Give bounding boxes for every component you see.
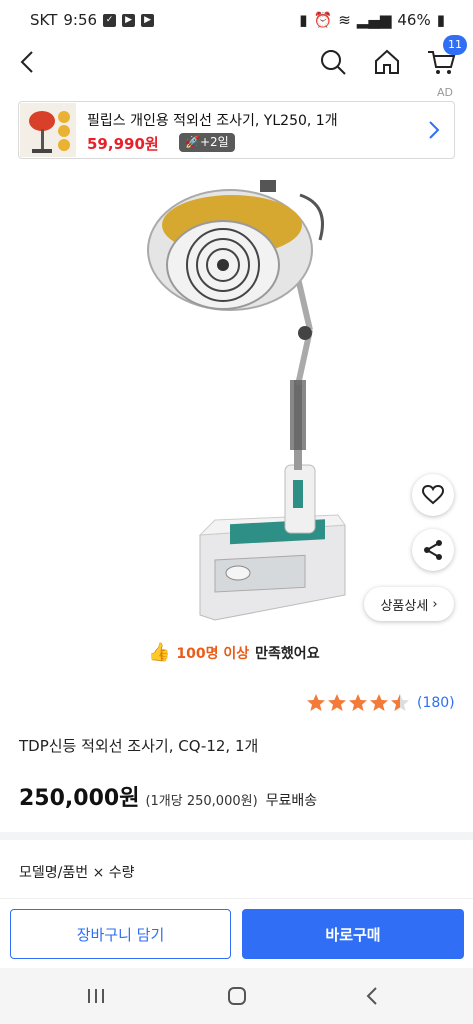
home-button[interactable] <box>365 40 409 84</box>
add-to-cart-button[interactable]: 장바구니 담기 <box>10 909 231 959</box>
check-icon: ✓ <box>103 13 117 27</box>
home-circle-icon <box>228 987 246 1005</box>
signal-icon: ▂▄▆ <box>356 11 392 29</box>
screen: SKT 9:56 ✓ ▶ ▶ ▮ ⏰ ≋ ▂▄▆ 46% ▮ 11 AD 필립스… <box>0 0 473 1024</box>
search-icon <box>321 50 346 75</box>
ad-shipping-text: +2일 <box>199 135 229 149</box>
option-label[interactable]: 모델명/품번 × 수량 <box>19 862 135 882</box>
system-back-icon <box>366 987 377 1005</box>
review-count[interactable]: (180) <box>417 695 455 711</box>
ad-label: AD <box>437 86 453 99</box>
system-nav-bar <box>0 968 473 1024</box>
top-nav <box>0 40 473 92</box>
wishlist-button[interactable] <box>412 474 454 516</box>
ad-thumbnail <box>20 103 76 157</box>
battery-icon: ▮ <box>436 11 445 29</box>
wifi-icon: ≋ <box>338 11 351 29</box>
satisfaction-count: 100명 이상 <box>176 645 250 662</box>
clock: 9:56 <box>63 11 98 29</box>
shipping-info: 무료배송 <box>265 793 318 809</box>
status-bar: SKT 9:56 ✓ ▶ ▶ ▮ ⏰ ≋ ▂▄▆ 46% ▮ <box>0 0 473 40</box>
home-system-button[interactable] <box>225 984 249 1008</box>
carrier-label: SKT <box>30 11 58 29</box>
ad-title: 필립스 개인용 적외선 조사기, YL250, 1개 <box>87 113 338 129</box>
share-button[interactable] <box>412 529 454 571</box>
chevron-right-icon <box>429 121 440 139</box>
chevron-right-icon: › <box>432 596 438 612</box>
system-back-button[interactable] <box>360 984 384 1008</box>
product-detail-label: 상품상세 <box>380 598 429 614</box>
unit-price: (1개당 250,000원) <box>145 794 258 809</box>
buy-now-button[interactable]: 바로구매 <box>242 909 464 959</box>
product-price: 250,000원 <box>19 786 140 811</box>
rating[interactable]: (180) <box>306 693 455 713</box>
product-detail-button[interactable]: 상품상세 › <box>364 587 454 621</box>
back-arrow-icon <box>20 51 33 73</box>
battery-saver-icon: ▮ <box>299 11 308 29</box>
product-title: TDP신등 적외선 조사기, CQ-12, 1개 <box>19 737 259 755</box>
back-button[interactable] <box>6 40 50 84</box>
ad-price: 59,990원 <box>87 135 159 153</box>
price-row: 250,000원 (1개당 250,000원) 무료배송 <box>19 780 317 812</box>
thumbs-up-icon: 👍 <box>148 642 171 663</box>
home-icon <box>375 49 399 74</box>
alarm-icon: ⏰ <box>313 11 333 29</box>
satisfaction-banner: 👍 100명 이상 만족했어요 <box>148 642 320 663</box>
cart-count-badge: 11 <box>443 35 467 55</box>
product-image[interactable] <box>120 165 370 635</box>
share-icon <box>424 540 442 560</box>
ad-banner[interactable]: 필립스 개인용 적외선 조사기, YL250, 1개 59,990원 🚀+2일 <box>18 101 455 159</box>
ad-shipping-badge: 🚀+2일 <box>179 133 235 152</box>
star-rating-icon <box>307 694 409 711</box>
youtube-icon: ▶ <box>122 13 136 27</box>
youtube-icon: ▶ <box>141 13 155 27</box>
recent-apps-icon <box>88 989 104 1003</box>
heart-icon <box>422 485 444 505</box>
battery-percent: 46% <box>397 11 431 29</box>
section-divider <box>0 832 473 840</box>
recent-apps-button[interactable] <box>84 984 108 1008</box>
satisfaction-text: 만족했어요 <box>255 645 320 662</box>
purchase-bar: 장바구니 담기 바로구매 <box>0 898 473 968</box>
search-button[interactable] <box>311 40 355 84</box>
